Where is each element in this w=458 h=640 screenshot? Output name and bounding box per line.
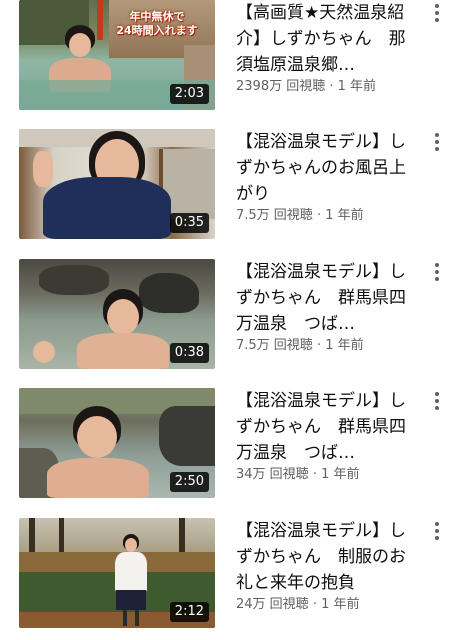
upload-age: 1 年前 — [325, 208, 364, 223]
more-vertical-icon[interactable] — [430, 263, 444, 283]
video-meta: 7.5万 回視聴 · 1 年前 — [236, 207, 426, 225]
meta-separator: · — [316, 208, 322, 223]
video-thumbnail[interactable]: 0:38 — [19, 259, 215, 369]
video-list: 年中無休で 24時間入れます 2:03 【高画質★天然温泉紹介】しずかちゃん 那… — [0, 0, 458, 640]
meta-separator: · — [316, 338, 322, 353]
thumbnail-overlay-text: 年中無休で 24時間入れます — [116, 10, 198, 37]
video-title[interactable]: 【混浴温泉モデル】しずかちゃん 群馬県四万温泉 つば… — [236, 388, 414, 466]
view-count: 7.5万 回視聴 — [236, 208, 313, 223]
view-count: 34万 回視聴 — [236, 467, 309, 482]
duration-badge: 2:12 — [169, 602, 209, 622]
more-vertical-icon[interactable] — [430, 392, 444, 412]
duration-badge: 0:38 — [169, 343, 209, 363]
view-count: 7.5万 回視聴 — [236, 338, 313, 353]
video-title[interactable]: 【混浴温泉モデル】しずかちゃんのお風呂上がり — [236, 129, 414, 207]
meta-separator: · — [329, 79, 334, 94]
video-meta: 24万 回視聴 · 1 年前 — [236, 596, 426, 614]
view-count: 24万 回視聴 — [236, 597, 309, 612]
video-item[interactable]: 2:12 【混浴温泉モデル】しずかちゃん 制服のお礼と来年の抱負 24万 回視聴… — [0, 518, 458, 630]
meta-separator: · — [312, 467, 317, 482]
video-thumbnail[interactable]: 2:50 — [19, 388, 215, 498]
more-vertical-icon[interactable] — [430, 4, 444, 24]
video-title[interactable]: 【混浴温泉モデル】しずかちゃん 群馬県四万温泉 つば… — [236, 259, 414, 337]
video-item[interactable]: 年中無休で 24時間入れます 2:03 【高画質★天然温泉紹介】しずかちゃん 那… — [0, 0, 458, 112]
upload-age: 1 年前 — [337, 79, 377, 94]
video-meta: 34万 回視聴 · 1 年前 — [236, 466, 426, 484]
video-title[interactable]: 【高画質★天然温泉紹介】しずかちゃん 那須塩原温泉郷… — [236, 0, 414, 78]
view-count: 2398万 回視聴 — [236, 79, 326, 94]
upload-age: 1 年前 — [321, 597, 360, 612]
video-title[interactable]: 【混浴温泉モデル】しずかちゃん 制服のお礼と来年の抱負 — [236, 518, 414, 596]
video-thumbnail[interactable]: 2:12 — [19, 518, 215, 628]
video-item[interactable]: 2:50 【混浴温泉モデル】しずかちゃん 群馬県四万温泉 つば… 34万 回視聴… — [0, 388, 458, 500]
upload-age: 1 年前 — [325, 338, 364, 353]
meta-separator: · — [312, 597, 317, 612]
duration-badge: 0:35 — [169, 213, 209, 233]
more-vertical-icon[interactable] — [430, 522, 444, 542]
more-vertical-icon[interactable] — [430, 133, 444, 153]
video-item[interactable]: 0:35 【混浴温泉モデル】しずかちゃんのお風呂上がり 7.5万 回視聴 · 1… — [0, 129, 458, 241]
duration-badge: 2:03 — [169, 84, 209, 104]
video-item[interactable]: 0:38 【混浴温泉モデル】しずかちゃん 群馬県四万温泉 つば… 7.5万 回視… — [0, 259, 458, 371]
upload-age: 1 年前 — [321, 467, 360, 482]
video-thumbnail[interactable]: 0:35 — [19, 129, 215, 239]
video-meta: 7.5万 回視聴 · 1 年前 — [236, 337, 426, 355]
video-meta: 2398万 回視聴 · 1 年前 — [236, 78, 426, 96]
duration-badge: 2:50 — [169, 472, 209, 492]
video-thumbnail[interactable]: 年中無休で 24時間入れます 2:03 — [19, 0, 215, 110]
